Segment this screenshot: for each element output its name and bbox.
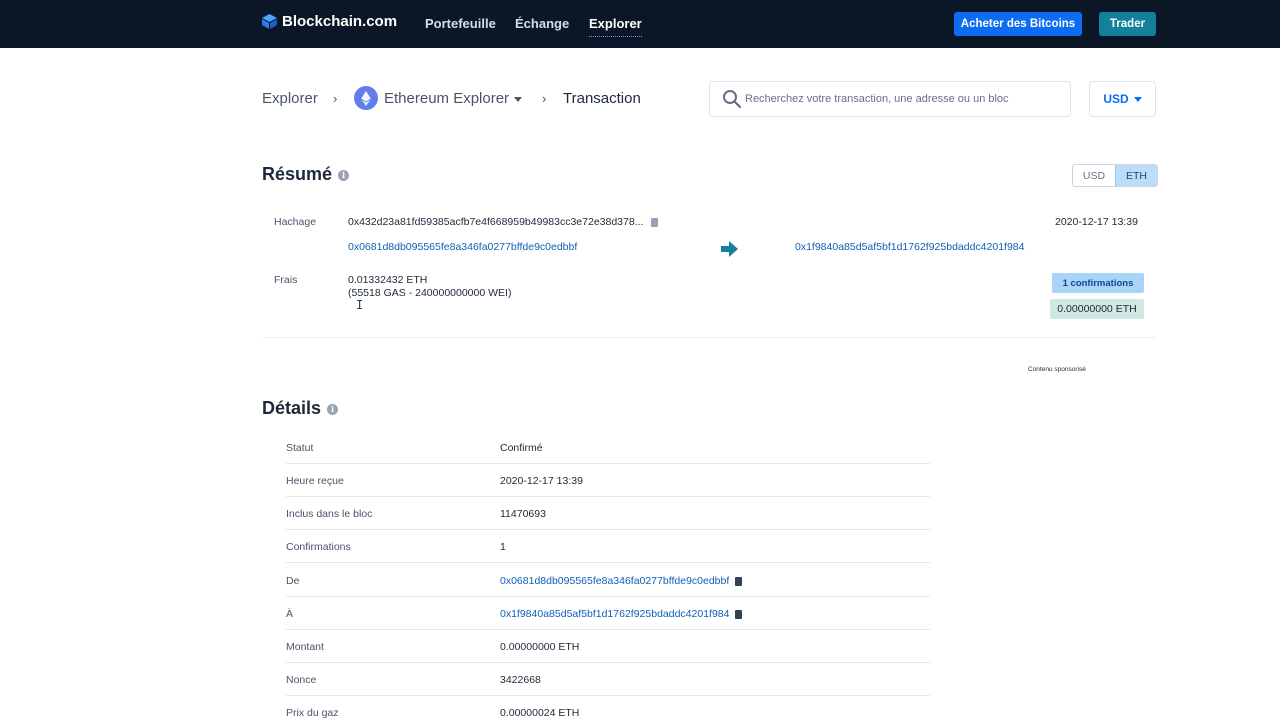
currency-toggle: USD ETH [1072, 164, 1158, 187]
detail-value: 0.00000024 ETH [500, 707, 580, 719]
ethereum-icon [354, 86, 378, 110]
breadcrumb-current: Transaction [563, 90, 641, 107]
detail-row-received-time: Heure reçue 2020-12-17 13:39 [286, 464, 930, 497]
summary-title-text: Résumé [262, 164, 333, 184]
arrow-right-icon [721, 241, 738, 262]
caret-down-icon [514, 96, 523, 102]
search-box[interactable] [709, 81, 1071, 117]
transaction-hash-text: 0x432d23a81fd59385acfb7e4f668959b49983cc… [348, 216, 644, 228]
buy-bitcoin-button[interactable]: Acheter des Bitcoins [954, 12, 1082, 36]
caret-down-icon [1133, 96, 1142, 102]
details-title: Détails i [262, 398, 339, 419]
detail-row-nonce: Nonce 3422668 [286, 663, 930, 696]
breadcrumb-explorer[interactable]: Explorer [262, 90, 318, 107]
details-title-text: Détails [262, 398, 322, 418]
detail-key: Statut [286, 442, 314, 454]
chevron-right-icon: › [333, 91, 338, 106]
detail-key: Prix du gaz [286, 707, 339, 719]
nav-link-explorer[interactable]: Explorer [589, 16, 642, 37]
info-icon[interactable]: i [327, 403, 339, 415]
confirmations-badge: 1 confirmations [1052, 273, 1144, 293]
brand-name: Blockchain.com [282, 13, 398, 30]
detail-row-to: À 0x1f9840a85d5af5bf1d1762f925bdaddc4201… [286, 597, 930, 630]
detail-row-confirmations: Confirmations 1 [286, 530, 930, 563]
currency-select[interactable]: USD [1089, 81, 1156, 117]
from-address-link[interactable]: 0x0681d8db095565fe8a346fa0277bffde9c0edb… [348, 241, 577, 253]
transaction-hash: 0x432d23a81fd59385acfb7e4f668959b49983cc… [348, 216, 659, 228]
detail-value-to: 0x1f9840a85d5af5bf1d1762f925bdaddc4201f9… [500, 608, 743, 620]
detail-row-block: Inclus dans le bloc 11470693 [286, 497, 930, 530]
top-navbar: Blockchain.com Portefeuille Échange Expl… [0, 0, 1280, 48]
detail-key: Inclus dans le bloc [286, 508, 373, 520]
detail-row-from: De 0x0681d8db095565fe8a346fa0277bffde9c0… [286, 564, 930, 597]
breadcrumb-ethereum-explorer[interactable]: Ethereum Explorer [384, 90, 523, 107]
detail-value: Confirmé [500, 442, 543, 454]
detail-key: Confirmations [286, 541, 351, 553]
toggle-eth[interactable]: ETH [1115, 165, 1157, 186]
nav-link-exchange[interactable]: Échange [515, 16, 569, 31]
clipboard-icon[interactable] [735, 609, 743, 619]
amount-badge: 0.00000000 ETH [1050, 299, 1144, 319]
detail-key: Nonce [286, 674, 317, 686]
detail-key: À [286, 608, 294, 620]
search-input[interactable] [745, 93, 1065, 105]
sponsored-content-label: Contenu sponsorisé [1028, 366, 1086, 373]
to-address-link[interactable]: 0x1f9840a85d5af5bf1d1762f925bdaddc4201f9… [795, 241, 1024, 253]
detail-value: 1 [500, 541, 506, 553]
detail-row-status: Statut Confirmé [286, 431, 930, 464]
text-cursor-icon: I [356, 298, 364, 312]
to-address-link[interactable]: 0x1f9840a85d5af5bf1d1762f925bdaddc4201f9… [500, 608, 729, 620]
chevron-right-icon: › [542, 91, 547, 106]
detail-key: Heure reçue [286, 475, 344, 487]
trade-button[interactable]: Trader [1099, 12, 1156, 36]
breadcrumb-ethereum-label: Ethereum Explorer [384, 90, 510, 107]
toggle-usd[interactable]: USD [1073, 165, 1115, 186]
search-icon [722, 89, 742, 109]
fee-label: Frais [274, 274, 298, 286]
summary-timestamp: 2020-12-17 13:39 [1055, 216, 1138, 228]
hash-label: Hachage [274, 216, 317, 228]
detail-value: 0.00000000 ETH [500, 641, 580, 653]
nav-link-wallet[interactable]: Portefeuille [425, 16, 496, 31]
summary-title: Résumé i [262, 164, 350, 185]
clipboard-icon[interactable] [651, 217, 659, 227]
detail-key: De [286, 575, 300, 587]
detail-value: 2020-12-17 13:39 [500, 475, 583, 487]
brand-logo[interactable]: Blockchain.com [262, 13, 397, 30]
section-divider [262, 337, 1156, 338]
detail-key: Montant [286, 641, 324, 653]
detail-value-from: 0x0681d8db095565fe8a346fa0277bffde9c0edb… [500, 575, 743, 587]
from-address-link[interactable]: 0x0681d8db095565fe8a346fa0277bffde9c0edb… [500, 575, 729, 587]
detail-value: 3422668 [500, 674, 541, 686]
currency-select-value: USD [1103, 92, 1129, 106]
clipboard-icon[interactable] [735, 576, 743, 586]
block-link[interactable]: 11470693 [500, 508, 546, 520]
fee-value: 0.01332432 ETH [348, 274, 428, 286]
detail-row-amount: Montant 0.00000000 ETH [286, 630, 930, 663]
info-icon[interactable]: i [338, 169, 350, 181]
detail-row-gas-price: Prix du gaz 0.00000024 ETH [286, 696, 930, 720]
blockchain-logo-icon [262, 14, 277, 29]
fee-detail: (55518 GAS - 240000000000 WEI) [348, 287, 512, 299]
